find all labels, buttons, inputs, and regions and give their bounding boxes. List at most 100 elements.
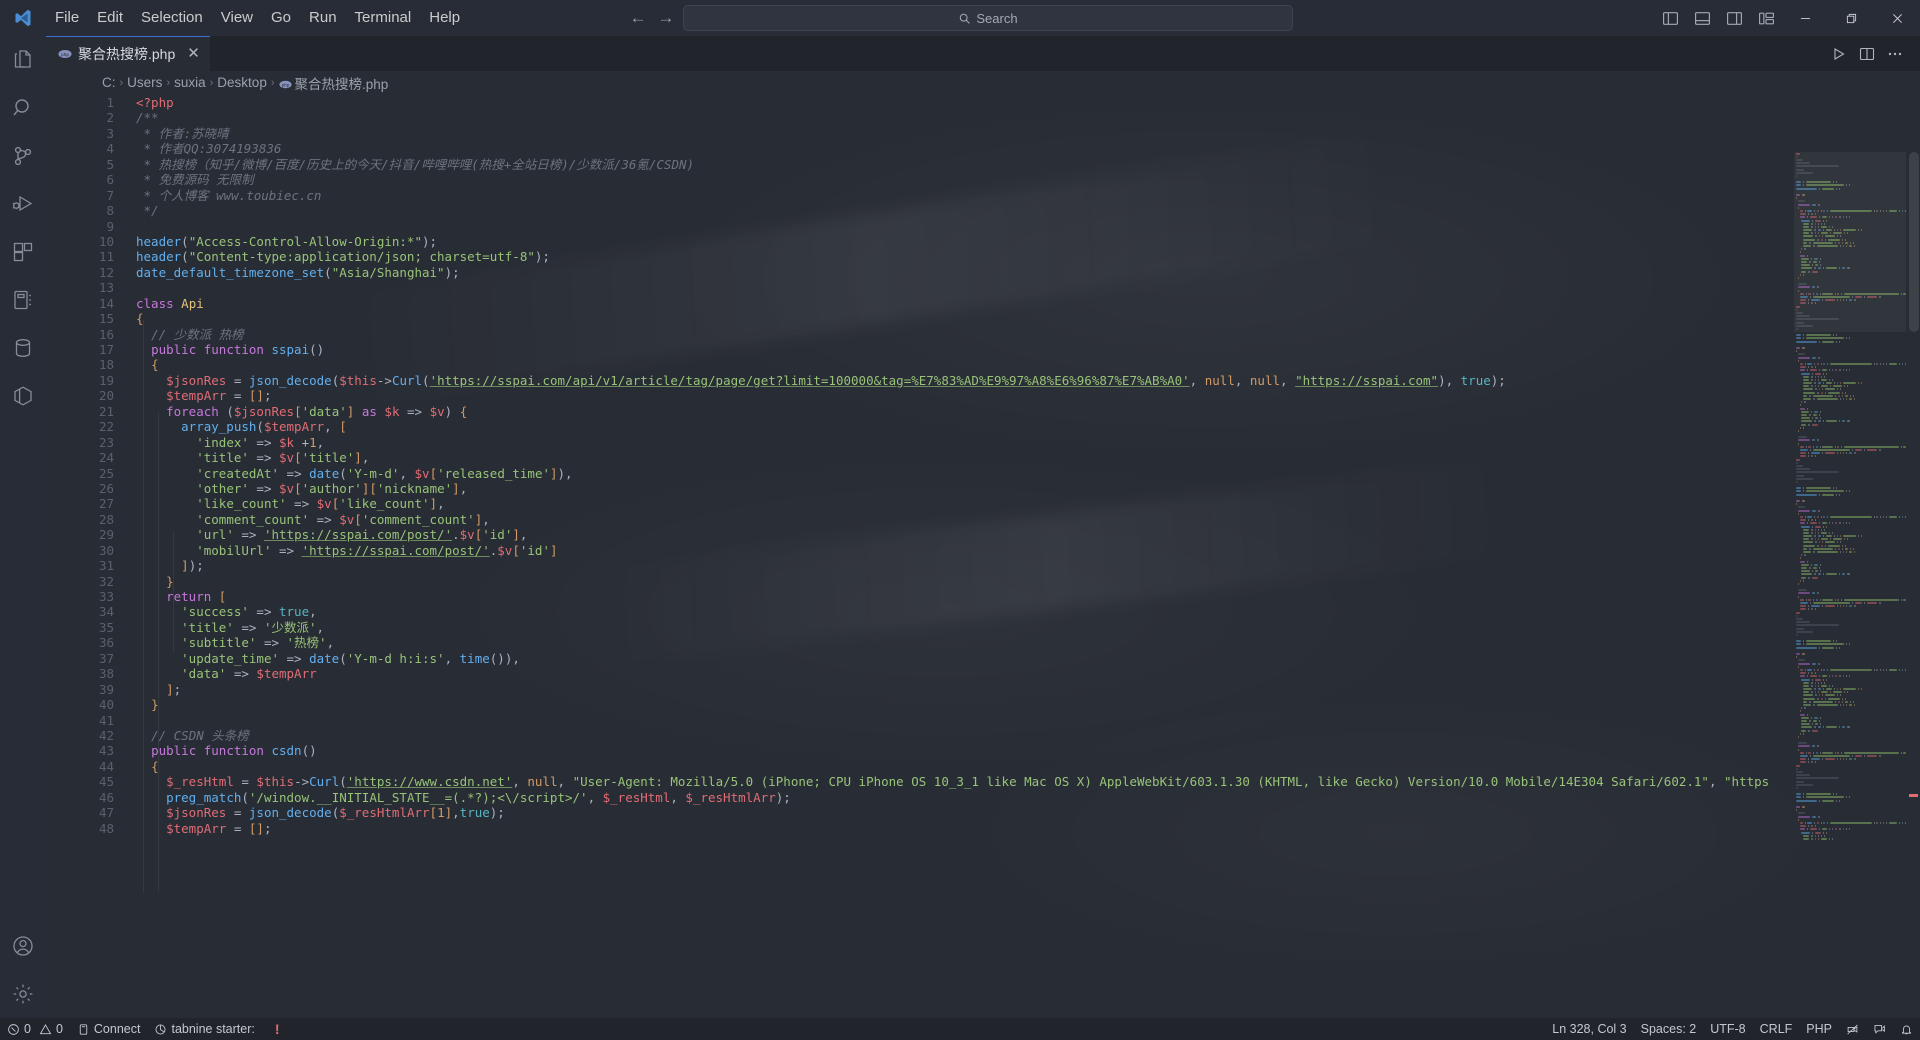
sidebar-item-source-control[interactable] bbox=[0, 132, 46, 180]
code-line[interactable]: { bbox=[136, 357, 1920, 372]
toggle-primary-sidebar-icon[interactable] bbox=[1654, 0, 1686, 36]
settings-button[interactable] bbox=[0, 970, 46, 1018]
sidebar-item-database[interactable] bbox=[0, 324, 46, 372]
code-line[interactable]: 'success' => true, bbox=[136, 604, 1920, 619]
code-line[interactable] bbox=[136, 280, 1920, 295]
code-line[interactable]: 'title' => $v['title'], bbox=[136, 450, 1920, 465]
code-line[interactable]: 'data' => $tempArr bbox=[136, 666, 1920, 681]
code-line[interactable]: 'url' => 'https://sspai.com/post/'.$v['i… bbox=[136, 527, 1920, 542]
code-line[interactable]: // 少数派 热榜 bbox=[136, 327, 1920, 342]
customize-layout-icon[interactable] bbox=[1750, 0, 1782, 36]
status-notifications[interactable] bbox=[1893, 1018, 1920, 1040]
status-feedback[interactable] bbox=[1866, 1018, 1893, 1040]
sidebar-item-explorer[interactable] bbox=[0, 36, 46, 84]
menu-edit[interactable]: Edit bbox=[88, 5, 132, 31]
arrow-left-icon[interactable]: ← bbox=[627, 8, 649, 28]
code-editor[interactable]: 1234567891011121314151617181920212223242… bbox=[46, 94, 1920, 1018]
run-php-icon[interactable] bbox=[1826, 36, 1852, 71]
code-line[interactable]: 'subtitle' => '热榜', bbox=[136, 635, 1920, 650]
breadcrumb-segment-suxia[interactable]: suxia bbox=[174, 75, 206, 90]
sidebar-item-run-and-debug[interactable] bbox=[0, 180, 46, 228]
toggle-panel-icon[interactable] bbox=[1686, 0, 1718, 36]
code-line[interactable]: return [ bbox=[136, 589, 1920, 604]
code-line[interactable]: 'comment_count' => $v['comment_count'], bbox=[136, 512, 1920, 527]
status-problems[interactable]: 0 0 bbox=[0, 1018, 70, 1040]
arrow-right-icon[interactable]: → bbox=[655, 8, 677, 28]
code-line[interactable]: { bbox=[136, 311, 1920, 326]
breadcrumb-segment-drive[interactable]: C: bbox=[102, 75, 116, 90]
menu-terminal[interactable]: Terminal bbox=[346, 5, 421, 31]
code-line[interactable]: 'index' => $k +1, bbox=[136, 435, 1920, 450]
status-language-mode[interactable]: PHP bbox=[1799, 1018, 1839, 1040]
code-line[interactable]: * 个人博客 www.toubiec.cn bbox=[136, 188, 1920, 203]
status-remote-connect[interactable]: Connect bbox=[70, 1018, 148, 1040]
code-line[interactable]: header("Access-Control-Allow-Origin:*"); bbox=[136, 234, 1920, 249]
sidebar-item-search[interactable] bbox=[0, 84, 46, 132]
status-encoding[interactable]: UTF-8 bbox=[1703, 1018, 1752, 1040]
menu-selection[interactable]: Selection bbox=[132, 5, 212, 31]
code-line[interactable]: class Api bbox=[136, 296, 1920, 311]
code-line[interactable]: ]; bbox=[136, 682, 1920, 697]
code-line[interactable]: // CSDN 头条榜 bbox=[136, 728, 1920, 743]
code-line[interactable]: public function sspai() bbox=[136, 342, 1920, 357]
code-line[interactable]: } bbox=[136, 697, 1920, 712]
code-line[interactable]: * 作者QQ:3074193836 bbox=[136, 141, 1920, 156]
code-line[interactable]: ]); bbox=[136, 558, 1920, 573]
code-line[interactable]: 'like_count' => $v['like_count'], bbox=[136, 496, 1920, 511]
code-line[interactable]: $tempArr = []; bbox=[136, 821, 1920, 836]
code-line[interactable]: $jsonRes = json_decode($_resHtmlArr[1],t… bbox=[136, 805, 1920, 820]
code-line[interactable]: */ bbox=[136, 203, 1920, 218]
menu-help[interactable]: Help bbox=[420, 5, 469, 31]
breadcrumb-segment-file[interactable]: php 聚合热搜榜.php bbox=[279, 73, 389, 93]
code-line[interactable]: 'mobilUrl' => 'https://sspai.com/post/'.… bbox=[136, 543, 1920, 558]
menu-run[interactable]: Run bbox=[300, 5, 346, 31]
code-line[interactable]: date_default_timezone_set("Asia/Shanghai… bbox=[136, 265, 1920, 280]
menu-file[interactable]: File bbox=[46, 5, 88, 31]
menu-go[interactable]: Go bbox=[262, 5, 300, 31]
code-line[interactable]: * 免费源码 无限制 bbox=[136, 172, 1920, 187]
status-indentation[interactable]: Spaces: 2 bbox=[1634, 1018, 1704, 1040]
scrollbar-thumb[interactable] bbox=[1909, 152, 1919, 332]
code-line[interactable]: 'other' => $v['author']['nickname'], bbox=[136, 481, 1920, 496]
status-screencast-mode[interactable] bbox=[1839, 1018, 1866, 1040]
status-eol[interactable]: CRLF bbox=[1753, 1018, 1800, 1040]
breadcrumb-segment-desktop[interactable]: Desktop bbox=[217, 75, 267, 90]
code-line[interactable]: $tempArr = []; bbox=[136, 388, 1920, 403]
status-tabnine[interactable]: tabnine starter: ! bbox=[147, 1018, 286, 1040]
sidebar-item-notebook[interactable] bbox=[0, 276, 46, 324]
code-line[interactable]: $_resHtml = $this->Curl('https://www.csd… bbox=[136, 774, 1920, 789]
sidebar-item-remote-explorer[interactable] bbox=[0, 372, 46, 420]
code-line[interactable]: foreach ($jsonRes['data'] as $k => $v) { bbox=[136, 404, 1920, 419]
code-line[interactable]: header("Content-type:application/json; c… bbox=[136, 249, 1920, 264]
code-line[interactable]: } bbox=[136, 574, 1920, 589]
search-input[interactable]: Search bbox=[683, 5, 1293, 31]
close-icon[interactable] bbox=[1874, 0, 1920, 36]
menu-view[interactable]: View bbox=[212, 5, 262, 31]
tab-close-icon[interactable]: ✕ bbox=[187, 47, 200, 61]
code-line[interactable] bbox=[136, 713, 1920, 728]
more-actions-icon[interactable] bbox=[1882, 36, 1908, 71]
code-line[interactable]: <?php bbox=[136, 95, 1920, 110]
sidebar-item-extensions[interactable] bbox=[0, 228, 46, 276]
split-editor-icon[interactable] bbox=[1854, 36, 1880, 71]
status-cursor-position[interactable]: Ln 328, Col 3 bbox=[1545, 1018, 1633, 1040]
code-line[interactable]: $jsonRes = json_decode($this->Curl('http… bbox=[136, 373, 1920, 388]
minimap-slider[interactable] bbox=[1794, 152, 1906, 332]
restore-icon[interactable] bbox=[1828, 0, 1874, 36]
toggle-secondary-sidebar-icon[interactable] bbox=[1718, 0, 1750, 36]
code-line[interactable]: { bbox=[136, 759, 1920, 774]
code-content[interactable]: <?php/** * 作者:苏晓晴 * 作者QQ:3074193836 * 热搜… bbox=[136, 94, 1920, 836]
accounts-button[interactable] bbox=[0, 922, 46, 970]
code-line[interactable]: 'title' => '少数派', bbox=[136, 620, 1920, 635]
code-line[interactable]: * 作者:苏晓晴 bbox=[136, 126, 1920, 141]
code-line[interactable]: 'update_time' => date('Y-m-d h:i:s', tim… bbox=[136, 651, 1920, 666]
code-line[interactable]: public function csdn() bbox=[136, 743, 1920, 758]
code-line[interactable]: 'createdAt' => date('Y-m-d', $v['release… bbox=[136, 466, 1920, 481]
code-line[interactable]: array_push($tempArr, [ bbox=[136, 419, 1920, 434]
code-line[interactable]: /** bbox=[136, 110, 1920, 125]
code-line[interactable]: preg_match('/window.__INITIAL_STATE__=(.… bbox=[136, 790, 1920, 805]
code-line[interactable] bbox=[136, 219, 1920, 234]
minimize-icon[interactable] bbox=[1782, 0, 1828, 36]
code-line[interactable]: * 热搜榜（知乎/微博/百度/历史上的今天/抖音/哔哩哔哩(热搜+全站日榜)/少… bbox=[136, 157, 1920, 172]
tab-active-file[interactable]: php 聚合热搜榜.php ✕ bbox=[46, 36, 210, 71]
